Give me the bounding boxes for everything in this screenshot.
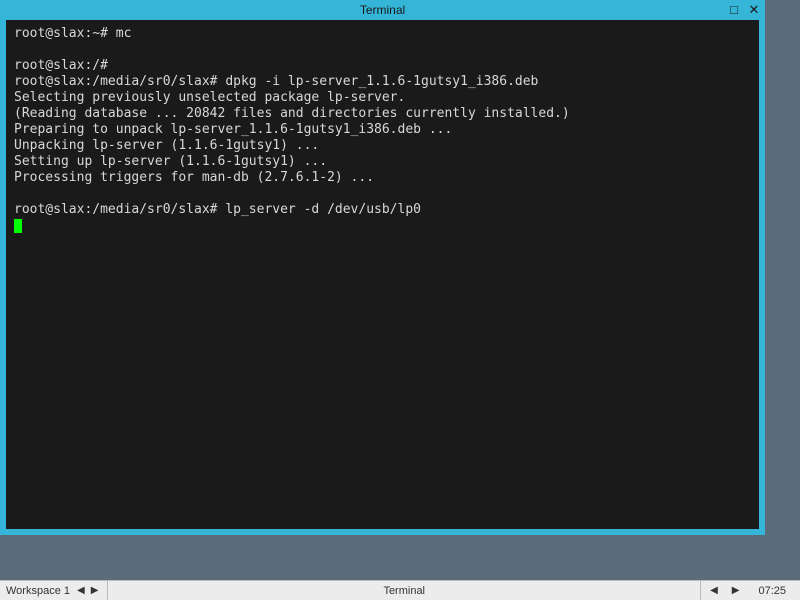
- terminal-cursor: [14, 219, 22, 233]
- terminal-line: Selecting previously unselected package …: [14, 90, 405, 105]
- workspace-label: Workspace 1: [6, 585, 74, 597]
- window-titlebar[interactable]: Terminal □ ✕: [0, 0, 765, 20]
- maximize-icon[interactable]: □: [727, 3, 741, 17]
- terminal-window: Terminal □ ✕ root@slax:~# mc root@slax:/…: [0, 0, 765, 535]
- workspace-prev-icon[interactable]: ◀: [74, 585, 88, 596]
- terminal-line: root@slax:~# mc: [14, 26, 131, 41]
- clock[interactable]: 07:25: [750, 585, 794, 597]
- active-app-label: Terminal: [383, 585, 425, 597]
- terminal-line: Unpacking lp-server (1.1.6-1gutsy1) ...: [14, 138, 319, 153]
- close-icon[interactable]: ✕: [747, 3, 761, 17]
- tray-prev-icon[interactable]: ◀: [707, 585, 721, 596]
- tray-next-icon[interactable]: ▶: [729, 585, 743, 596]
- window-controls: □ ✕: [727, 0, 761, 20]
- terminal-line: Preparing to unpack lp-server_1.1.6-1gut…: [14, 122, 452, 137]
- taskbar-active-app[interactable]: Terminal: [108, 581, 701, 600]
- terminal-line: Processing triggers for man-db (2.7.6.1-…: [14, 170, 374, 185]
- terminal-line: root@slax:/media/sr0/slax# dpkg -i lp-se…: [14, 74, 538, 89]
- terminal-line: root@slax:/#: [14, 58, 108, 73]
- window-title: Terminal: [360, 3, 405, 17]
- terminal-output[interactable]: root@slax:~# mc root@slax:/# root@slax:/…: [6, 20, 759, 529]
- terminal-line: root@slax:/media/sr0/slax# lp_server -d …: [14, 202, 421, 217]
- workspace-switcher[interactable]: Workspace 1 ◀ ▶: [0, 581, 108, 600]
- terminal-line: Setting up lp-server (1.1.6-1gutsy1) ...: [14, 154, 327, 169]
- workspace-next-icon[interactable]: ▶: [88, 585, 102, 596]
- terminal-line: (Reading database ... 20842 files and di…: [14, 106, 570, 121]
- taskbar-right: ◀ ▶ 07:25: [701, 581, 800, 600]
- taskbar: Workspace 1 ◀ ▶ Terminal ◀ ▶ 07:25: [0, 580, 800, 600]
